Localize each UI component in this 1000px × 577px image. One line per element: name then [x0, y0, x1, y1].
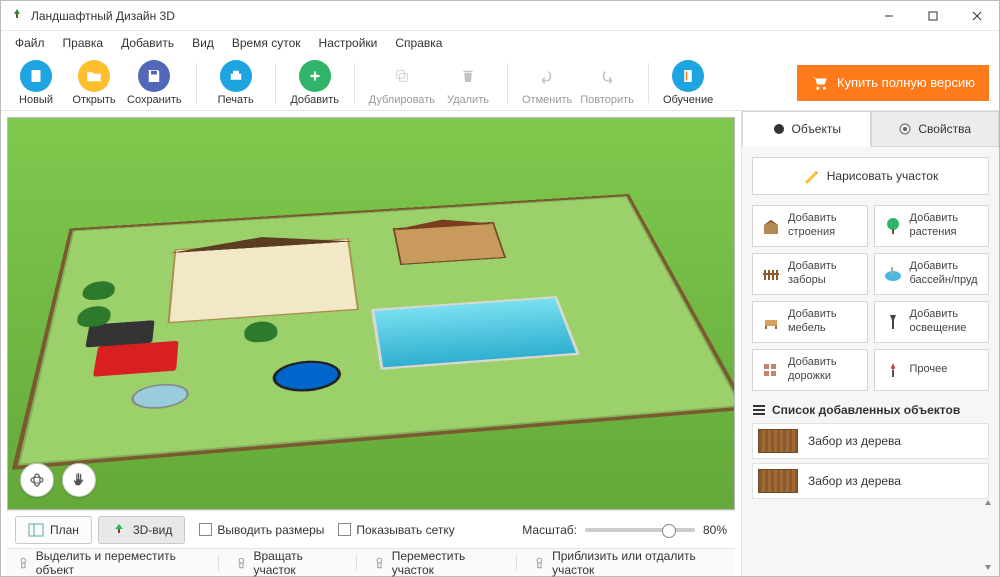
tab-objects[interactable]: Объекты: [742, 111, 871, 147]
scale-slider[interactable]: [585, 528, 695, 532]
fountain: [130, 383, 189, 411]
tree-icon: [81, 281, 116, 302]
buy-full-button[interactable]: Купить полную версию: [797, 65, 989, 101]
add-plants-button[interactable]: Добавить растения: [874, 205, 990, 247]
menu-view[interactable]: Вид: [184, 33, 222, 53]
save-button[interactable]: Сохранить: [127, 60, 182, 106]
status-rotate[interactable]: Вращать участок: [235, 549, 340, 577]
maximize-button[interactable]: [911, 1, 955, 31]
objects-list-header: Список добавленных объектов: [752, 403, 989, 417]
menu-help[interactable]: Справка: [387, 33, 450, 53]
menu-add[interactable]: Добавить: [113, 33, 182, 53]
duplicate-button[interactable]: Дублировать: [369, 60, 435, 106]
fence-thumb-icon: [758, 429, 798, 453]
delete-button[interactable]: Удалить: [443, 60, 493, 106]
tutorial-button[interactable]: Обучение: [663, 60, 713, 106]
draw-lot-button[interactable]: Нарисовать участок: [752, 157, 989, 195]
show-dimensions-checkbox[interactable]: Выводить размеры: [199, 523, 324, 537]
add-pool-button[interactable]: Добавить бассейн/пруд: [874, 253, 990, 295]
minimize-button[interactable]: [867, 1, 911, 31]
pan-tool-button[interactable]: [62, 463, 96, 497]
menu-edit[interactable]: Правка: [55, 33, 112, 53]
status-zoom[interactable]: Приблизить или отдалить участок: [533, 549, 725, 577]
menubar: Файл Правка Добавить Вид Время суток Нас…: [1, 31, 999, 55]
menu-file[interactable]: Файл: [7, 33, 53, 53]
scale-value: 80%: [703, 523, 727, 537]
add-buildings-button[interactable]: Добавить строения: [752, 205, 868, 247]
tree-icon: [244, 321, 277, 344]
red-car: [93, 342, 178, 377]
undo-button[interactable]: Отменить: [522, 60, 572, 106]
status-move[interactable]: Переместить участок: [373, 549, 500, 577]
app-logo-icon: [9, 8, 25, 24]
print-button[interactable]: Печать: [211, 60, 261, 106]
add-furniture-button[interactable]: Добавить мебель: [752, 301, 868, 343]
add-lighting-button[interactable]: Добавить освещение: [874, 301, 990, 343]
new-button[interactable]: Новый: [11, 60, 61, 106]
view-controls-bar: План 3D-вид Выводить размеры Показывать …: [7, 510, 735, 548]
statusbar: Выделить и переместить объект Вращать уч…: [7, 548, 735, 576]
tab-properties[interactable]: Свойства: [871, 111, 1000, 147]
trampoline: [271, 359, 341, 395]
swimming-pool: [371, 297, 579, 371]
object-list-item[interactable]: Забор из дерева: [752, 463, 989, 499]
add-paths-button[interactable]: Добавить дорожки: [752, 349, 868, 391]
scale-label: Масштаб:: [522, 523, 577, 537]
menu-settings[interactable]: Настройки: [311, 33, 386, 53]
menu-time[interactable]: Время суток: [224, 33, 309, 53]
tab-3d-view[interactable]: 3D-вид: [98, 516, 185, 544]
close-button[interactable]: [955, 1, 999, 31]
show-grid-checkbox[interactable]: Показывать сетку: [338, 523, 454, 537]
open-button[interactable]: Открыть: [69, 60, 119, 106]
add-other-button[interactable]: Прочее: [874, 349, 990, 391]
side-panel: Объекты Свойства Нарисовать участок Доба…: [741, 111, 999, 576]
status-select[interactable]: Выделить и переместить объект: [17, 549, 202, 577]
window-title: Ландшафтный Дизайн 3D: [31, 9, 175, 23]
lot-area: [11, 194, 735, 470]
object-list-item[interactable]: Забор из дерева: [752, 423, 989, 459]
add-button[interactable]: Добавить: [290, 60, 340, 106]
redo-button[interactable]: Повторить: [580, 60, 634, 106]
orbit-tool-button[interactable]: [20, 463, 54, 497]
main-house: [167, 239, 359, 324]
add-fences-button[interactable]: Добавить заборы: [752, 253, 868, 295]
fence-thumb-icon: [758, 469, 798, 493]
3d-viewport[interactable]: [7, 117, 735, 510]
titlebar: Ландшафтный Дизайн 3D: [1, 1, 999, 31]
guest-house: [393, 222, 506, 266]
objects-scrollbar[interactable]: [983, 498, 993, 572]
toolbar: Новый Открыть Сохранить Печать Добавить …: [1, 55, 999, 111]
tab-plan[interactable]: План: [15, 516, 92, 544]
